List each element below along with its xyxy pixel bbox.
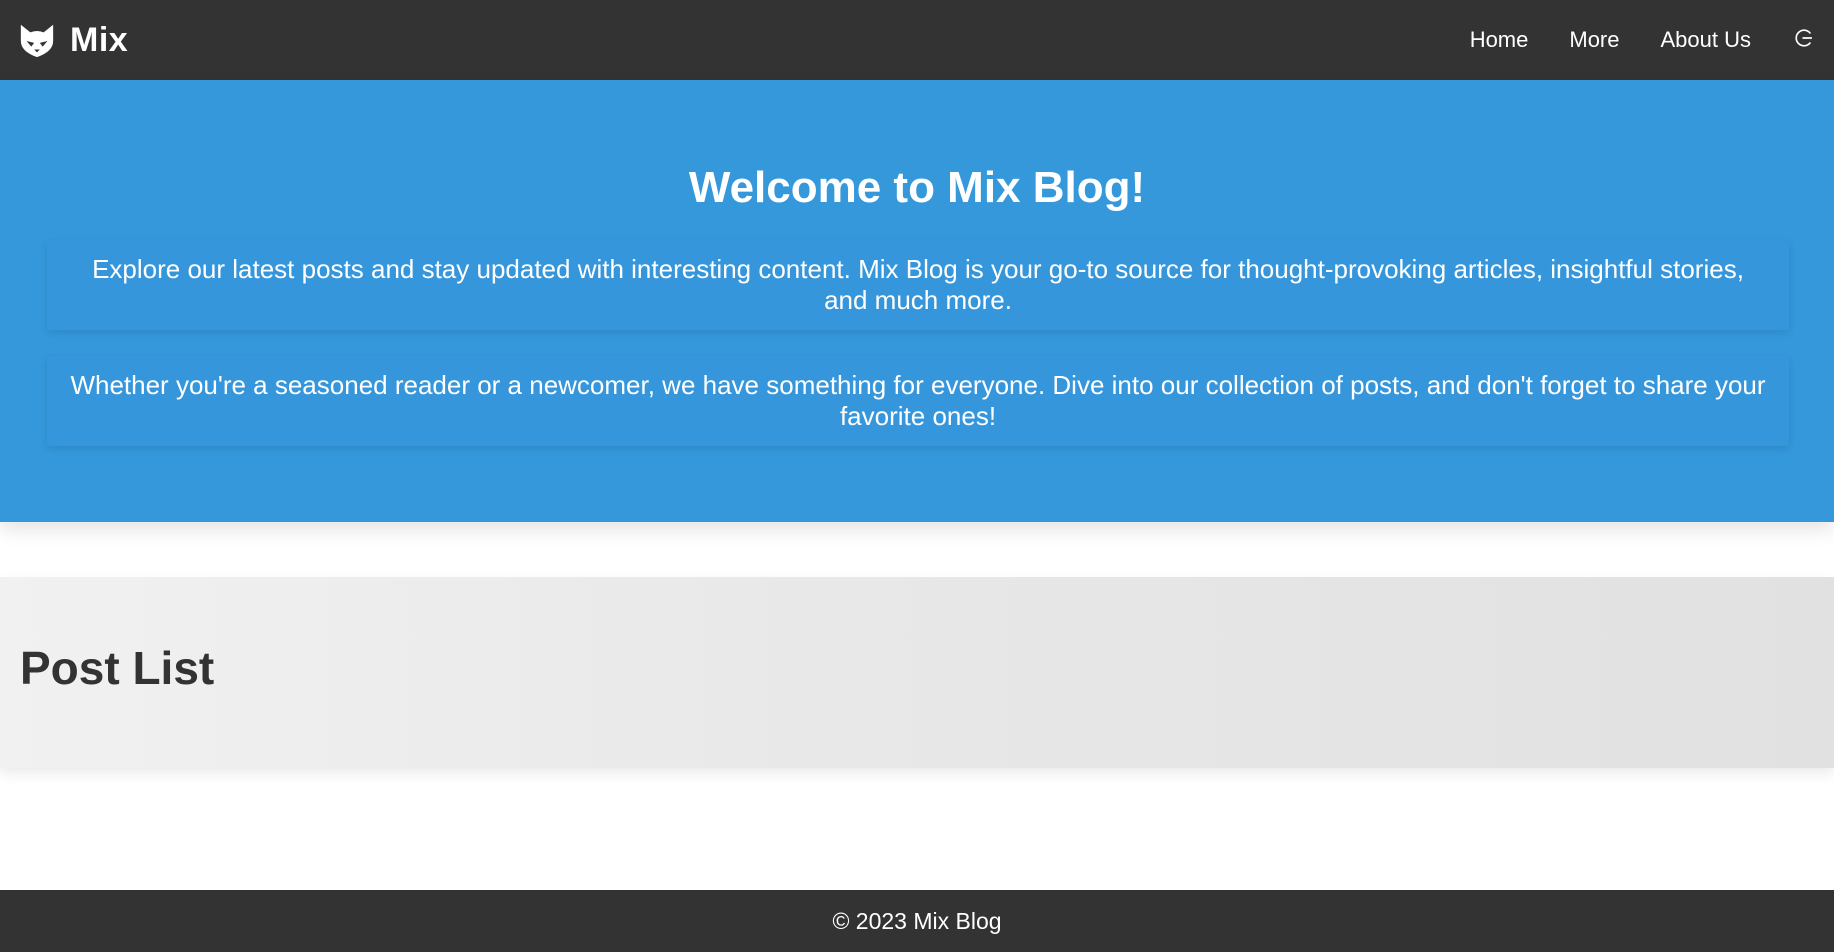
navbar: Mix Home More About Us: [0, 0, 1834, 80]
brand-link[interactable]: Mix: [18, 21, 128, 60]
fox-icon: [20, 24, 54, 58]
nav-link-more[interactable]: More: [1569, 27, 1619, 53]
post-list-title: Post List: [20, 642, 215, 694]
footer-copyright: © 2023 Mix Blog: [832, 907, 1002, 934]
logout-icon: [1795, 29, 1813, 47]
hero-title: Welcome to Mix Blog!: [688, 163, 1146, 212]
post-list-section: Post List: [0, 577, 1834, 768]
nav-link-about-us[interactable]: About Us: [1661, 27, 1752, 53]
footer: © 2023 Mix Blog: [0, 890, 1834, 952]
hero-card: Whether you're a seasoned reader or a ne…: [47, 356, 1789, 446]
nav-link-home[interactable]: Home: [1470, 27, 1529, 53]
brand-name: Mix: [70, 20, 129, 59]
hero-card: Explore our latest posts and stay update…: [47, 240, 1789, 330]
hero-paragraph: Explore our latest posts and stay update…: [92, 254, 1744, 315]
nav-links: Home More About Us: [1429, 0, 1816, 80]
logout-button[interactable]: [1792, 26, 1816, 50]
hero-paragraph: Whether you're a seasoned reader or a ne…: [70, 370, 1766, 431]
